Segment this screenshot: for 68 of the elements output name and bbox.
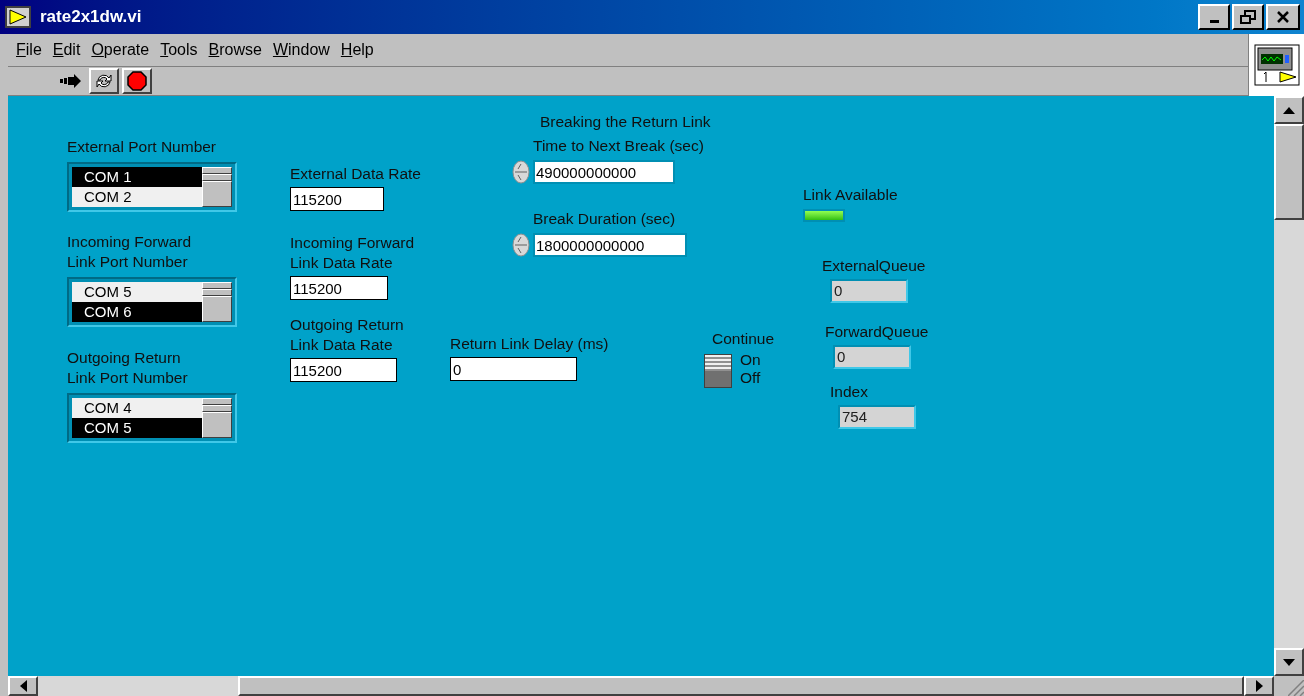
menu-item[interactable]: File xyxy=(12,38,46,63)
app-icon xyxy=(4,5,32,29)
numeric-field[interactable]: 1800000000000 xyxy=(533,233,687,257)
section-caption: Breaking the Return Link xyxy=(540,112,711,132)
restore-icon xyxy=(1240,10,1256,24)
control-label: Incoming Forward Link Port Number xyxy=(67,232,192,272)
scroll-right-icon xyxy=(1255,680,1263,692)
arrow-icon xyxy=(60,74,82,89)
stop-icon xyxy=(127,71,147,92)
scroll-handle[interactable] xyxy=(202,398,232,438)
resize-grip-icon xyxy=(1288,680,1304,696)
vertical-scrollbar[interactable] xyxy=(1274,96,1304,676)
switch-label: Off xyxy=(740,369,761,387)
scroll-handle[interactable] xyxy=(202,167,232,207)
scroll-left-icon xyxy=(19,680,27,692)
menu-item[interactable]: Tools xyxy=(156,38,202,63)
control-label: Link Available xyxy=(803,185,898,205)
cycle-icon xyxy=(95,72,113,91)
numeric-field[interactable]: 115200 xyxy=(290,358,397,382)
numeric-field[interactable]: 0 xyxy=(450,357,577,381)
numeric-field[interactable]: 115200 xyxy=(290,187,384,211)
scroll-down-icon xyxy=(1283,658,1295,666)
menu-item[interactable]: Browse xyxy=(204,38,266,63)
listbox[interactable]: COM 1 COM 2 xyxy=(67,162,237,212)
menu-item[interactable]: Help xyxy=(336,38,378,63)
minimize-button[interactable] xyxy=(1198,4,1230,30)
control-label: Outgoing Return Link Port Number xyxy=(67,348,188,388)
control-label: External Data Rate xyxy=(290,164,421,184)
numeric-field[interactable]: 490000000000 xyxy=(533,160,675,184)
readout-field: 0 xyxy=(833,345,911,369)
listbox[interactable]: COM 5 COM 6 xyxy=(67,277,237,327)
horizontal-scrollbar[interactable] xyxy=(8,676,1274,696)
list-option[interactable]: COM 5 xyxy=(72,282,202,302)
abort-button[interactable] xyxy=(122,68,152,95)
menu-item[interactable]: Window xyxy=(268,38,334,63)
menu-item[interactable]: Edit xyxy=(48,38,85,63)
control-label: Outgoing Return Link Data Rate xyxy=(290,315,404,355)
switch-label: On xyxy=(740,351,761,369)
run-continuously-button[interactable] xyxy=(89,68,119,95)
control-label: ForwardQueue xyxy=(825,322,929,342)
minimize-icon xyxy=(1209,19,1219,23)
readout-field: 754 xyxy=(838,405,916,429)
numeric-field[interactable]: 115200 xyxy=(290,276,388,300)
control-label: Index xyxy=(830,382,868,402)
restore-button[interactable] xyxy=(1232,4,1264,30)
toggle-switch[interactable] xyxy=(704,354,732,388)
window-title: rate2x1dw.vi xyxy=(40,6,142,29)
scroll-thumb[interactable] xyxy=(1274,124,1304,220)
control-label: Continue xyxy=(712,329,775,349)
scroll-handle[interactable] xyxy=(202,282,232,322)
listbox[interactable]: COM 4 COM 5 xyxy=(67,393,237,443)
close-button[interactable] xyxy=(1266,4,1300,30)
control-label: Break Duration (sec) xyxy=(533,209,676,229)
vi-icon xyxy=(1253,44,1300,86)
list-option[interactable]: COM 2 xyxy=(72,187,202,207)
menu-item[interactable]: Operate xyxy=(87,38,154,63)
readout-field: 0 xyxy=(830,279,908,303)
list-option[interactable]: COM 5 xyxy=(72,418,202,438)
list-option[interactable]: COM 1 xyxy=(72,167,202,187)
control-label: Time to Next Break (sec) xyxy=(533,136,704,156)
list-option[interactable]: COM 4 xyxy=(72,398,202,418)
close-icon xyxy=(1276,11,1290,23)
control-label: ExternalQueue xyxy=(822,256,926,276)
scroll-up-icon xyxy=(1283,106,1295,114)
control-label: Return Link Delay (ms) xyxy=(450,334,609,354)
list-option[interactable]: COM 6 xyxy=(72,302,202,322)
control-label: External Port Number xyxy=(67,137,217,157)
control-label: Incoming Forward Link Data Rate xyxy=(290,233,415,273)
